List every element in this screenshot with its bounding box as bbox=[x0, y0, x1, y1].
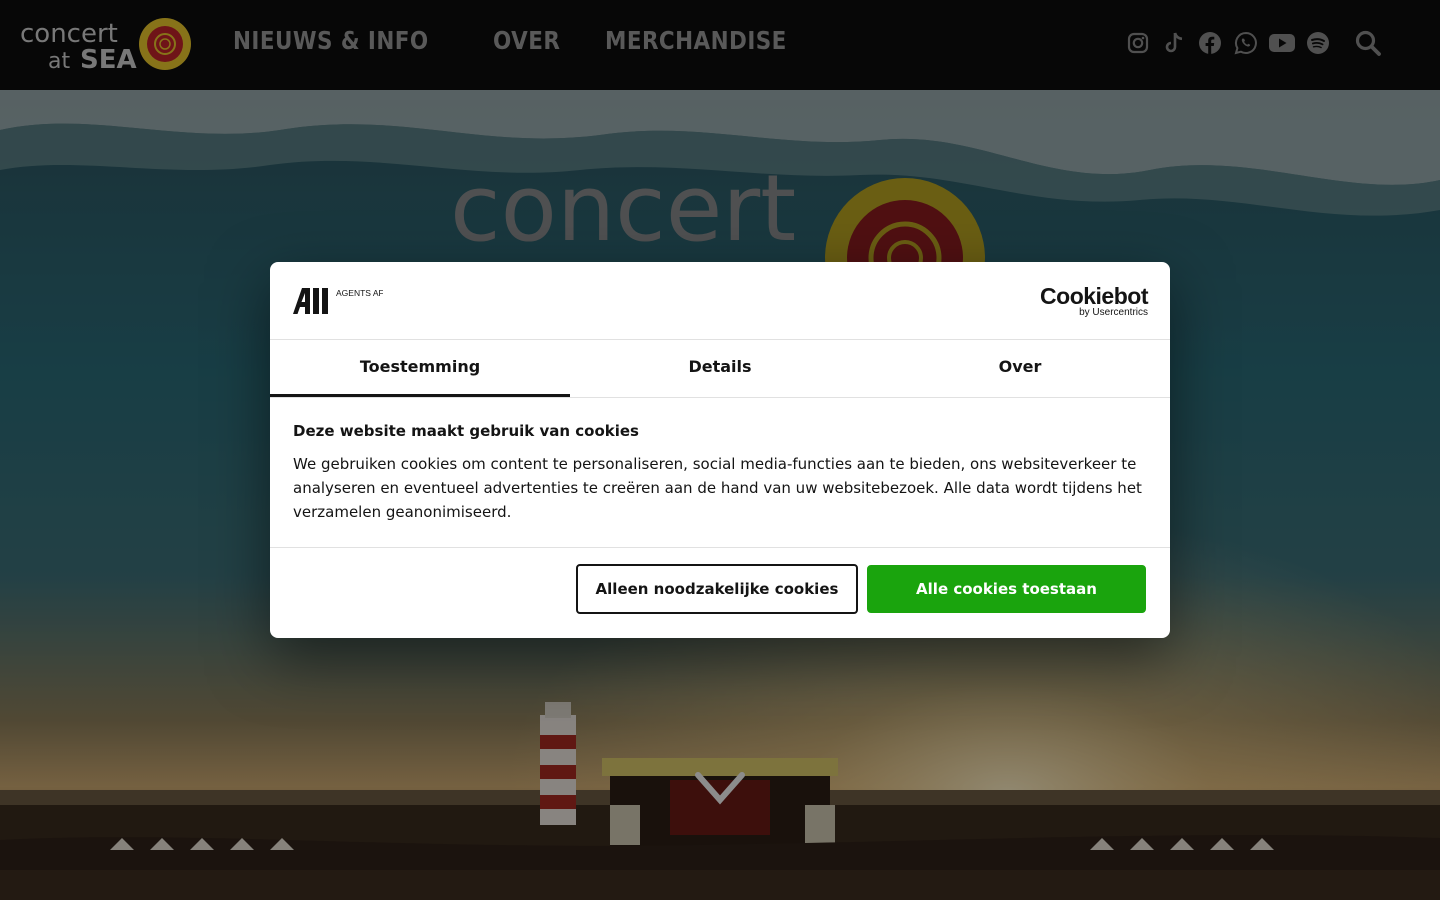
dialog-tabs: Toestemming Details Over bbox=[270, 340, 1170, 398]
dialog-header: AGENTS AFTER ALL Cookiebot by Usercentri… bbox=[270, 262, 1170, 340]
dialog-actions: Alleen noodzakelijke cookies Alle cookie… bbox=[270, 548, 1170, 638]
dialog-body: Deze website maakt gebruik van cookies W… bbox=[270, 398, 1170, 548]
necessary-cookies-button[interactable]: Alleen noodzakelijke cookies bbox=[576, 564, 858, 614]
tab-toestemming[interactable]: Toestemming bbox=[270, 340, 570, 397]
cookiebot-name: Cookiebot bbox=[1040, 283, 1148, 309]
allow-all-cookies-button[interactable]: Alle cookies toestaan bbox=[867, 565, 1146, 613]
cookie-consent-dialog: AGENTS AFTER ALL Cookiebot by Usercentri… bbox=[270, 262, 1170, 638]
dialog-title: Deze website maakt gebruik van cookies bbox=[293, 422, 639, 440]
brand-logo: AGENTS AFTER ALL bbox=[293, 287, 418, 319]
cookiebot-sub: by Usercentrics bbox=[1079, 307, 1148, 318]
dialog-text: We gebruiken cookies om content te perso… bbox=[293, 455, 1142, 521]
cookiebot-logo[interactable]: Cookiebot by Usercentrics bbox=[1040, 284, 1148, 318]
tab-over[interactable]: Over bbox=[870, 340, 1170, 397]
brand-logo-text: AGENTS AFTER ALL bbox=[336, 288, 383, 298]
tab-details[interactable]: Details bbox=[570, 340, 870, 397]
